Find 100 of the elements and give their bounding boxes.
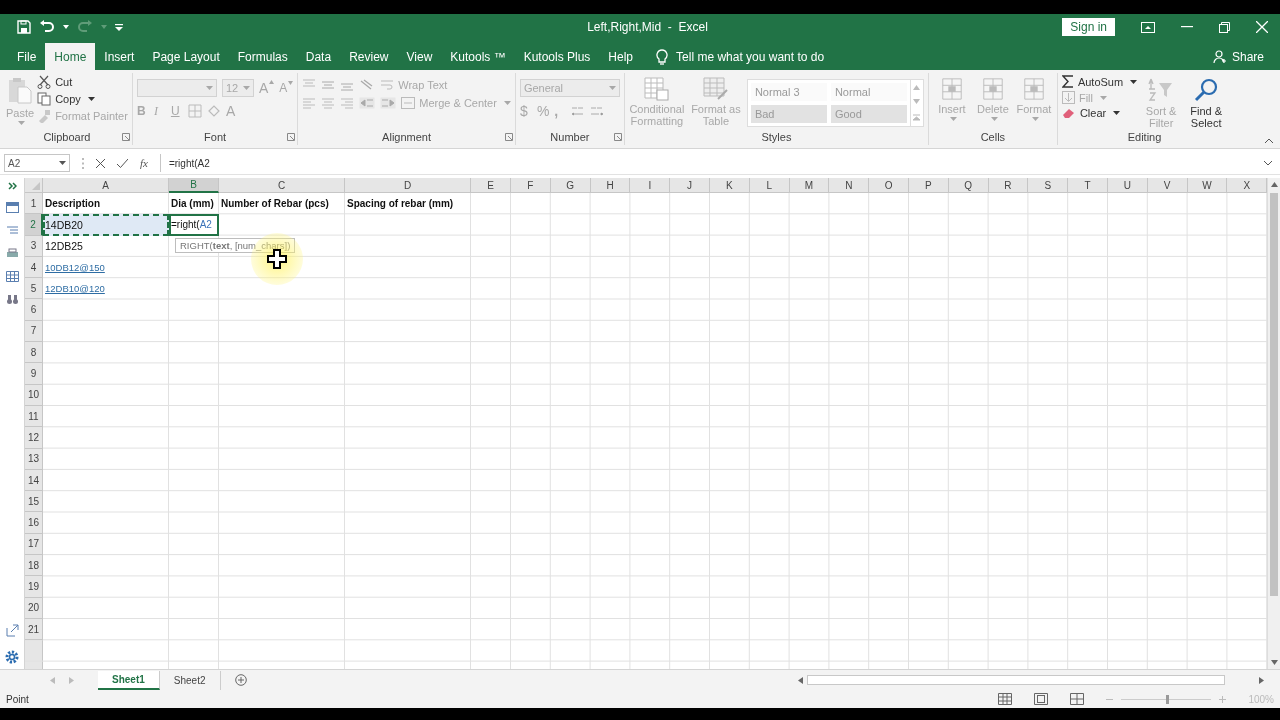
scroll-left-icon[interactable] [798,676,803,684]
cell-link[interactable]: 12DB10@120 [43,278,169,300]
ribbon-tab[interactable]: Data [296,43,341,70]
expand-icon[interactable] [1264,160,1272,166]
share-button[interactable]: Share [1231,49,1264,64]
save-icon[interactable] [17,20,31,34]
row-header[interactable]: 5 [25,278,43,300]
formula-input[interactable]: =right(A2 [159,154,1252,172]
row-header[interactable]: 16 [25,512,43,534]
grid-icon[interactable] [5,271,19,282]
scrollbar-thumb[interactable] [807,675,1225,685]
row-header[interactable]: 12 [25,427,43,449]
column-header[interactable]: Q [948,178,989,193]
column-header[interactable]: J [670,178,710,193]
sheet-tab[interactable]: Sheet1 [98,670,160,690]
list-icon[interactable] [5,225,19,236]
row-header[interactable]: 15 [25,491,43,513]
caret-icon[interactable] [1113,111,1121,115]
column-header[interactable]: E [471,178,511,193]
column-header[interactable]: W [1187,178,1228,193]
cut-button[interactable]: Cut [37,75,128,89]
binoculars-icon[interactable] [5,294,19,305]
ribbon-tab[interactable]: Kutools Plus [514,43,600,70]
settings-icon[interactable] [4,649,20,665]
row-header[interactable]: 9 [25,363,43,385]
scroll-down-icon[interactable] [1270,660,1278,665]
minimize-icon[interactable] [1181,26,1193,28]
expand-pane-icon[interactable] [7,182,17,190]
redo-icon[interactable] [77,20,93,34]
cell-formula[interactable]: =right(A2 [169,214,219,236]
add-sheet-icon[interactable] [234,674,247,686]
scrollbar-thumb[interactable] [1270,193,1278,596]
caret-icon[interactable] [59,161,66,165]
close-icon[interactable] [1256,21,1268,33]
share-out-icon[interactable] [5,624,19,637]
copy-icon[interactable] [37,92,52,106]
ribbon-tab[interactable]: Kutools ™ [441,43,515,70]
column-header[interactable]: O [869,178,909,193]
row-header[interactable]: 19 [25,576,43,598]
column-header[interactable]: X [1227,178,1267,193]
dialog-launcher-icon[interactable] [121,133,130,141]
restore-icon[interactable] [1219,21,1230,33]
scroll-up-icon[interactable] [1270,182,1278,187]
caret-icon[interactable] [1130,79,1138,84]
caret-icon[interactable] [87,97,95,101]
printer-icon[interactable] [5,248,19,259]
next-sheet-icon[interactable] [69,676,74,684]
column-header[interactable]: I [630,178,671,193]
normal-view-icon[interactable] [998,693,1013,705]
column-header[interactable]: G [550,178,591,193]
ribbon-tab[interactable]: Insert [95,43,144,70]
row-header[interactable]: 6 [25,299,43,321]
customize-toolbar-icon[interactable] [115,23,123,31]
column-header[interactable]: D [345,178,471,193]
column-header[interactable]: C [219,178,345,193]
zoom-in-icon[interactable] [1219,695,1227,703]
eraser-icon[interactable] [1061,107,1076,119]
sign-in-button[interactable]: Sign in [1062,18,1115,36]
dialog-launcher-icon[interactable] [613,133,622,141]
ribbon-tab[interactable]: File [8,43,46,70]
page-break-icon[interactable] [1070,693,1085,705]
find-select-button[interactable]: Find & Select [1185,75,1228,129]
cell-link[interactable]: 10DB12@150 [43,256,169,279]
column-header[interactable]: K [710,178,750,193]
undo-icon[interactable] [39,20,55,34]
person-icon[interactable] [1212,49,1227,64]
scroll-right-icon[interactable] [1259,676,1264,684]
dialog-launcher-icon[interactable] [287,133,296,141]
copy-button[interactable]: Copy [37,92,128,106]
ribbon-tab[interactable]: Formulas [228,43,297,70]
column-header[interactable]: S [1028,178,1069,193]
cancel-icon[interactable] [96,158,105,168]
dialog-launcher-icon[interactable] [504,133,513,141]
select-all-icon[interactable] [32,182,40,190]
column-header[interactable]: T [1068,178,1108,193]
more-styles-icon[interactable] [913,114,921,122]
ribbon-tab[interactable]: Page Layout [143,43,229,70]
previous-sheet-icon[interactable] [50,676,55,684]
ribbon-tab[interactable]: Review [340,43,398,70]
search-icon[interactable] [1193,77,1220,103]
autosum-button[interactable]: AutoSum [1061,75,1138,88]
page-layout-icon[interactable] [1034,693,1049,705]
column-header[interactable]: M [789,178,830,193]
ribbon-display-icon[interactable] [1141,21,1155,33]
name-box[interactable]: A2 [4,154,70,172]
sheet-tab[interactable]: Sheet2 [159,670,221,690]
column-header[interactable]: L [749,178,790,193]
column-header[interactable]: N [829,178,870,193]
clear-button[interactable]: Clear [1061,107,1138,119]
column-header[interactable]: B [169,178,219,193]
caret-icon[interactable] [63,25,69,29]
sum-icon[interactable] [1061,75,1074,88]
lightbulb-icon[interactable] [656,48,669,65]
workbook-icon[interactable] [5,202,19,213]
collapse-ribbon-icon[interactable] [1264,138,1274,144]
ribbon-tab[interactable]: Home [45,43,96,70]
tell-me-field[interactable]: Tell me what you want to do [676,49,825,64]
column-header[interactable]: A [43,178,169,193]
scissors-icon[interactable] [37,75,52,89]
row-header[interactable]: 2 [25,214,43,236]
